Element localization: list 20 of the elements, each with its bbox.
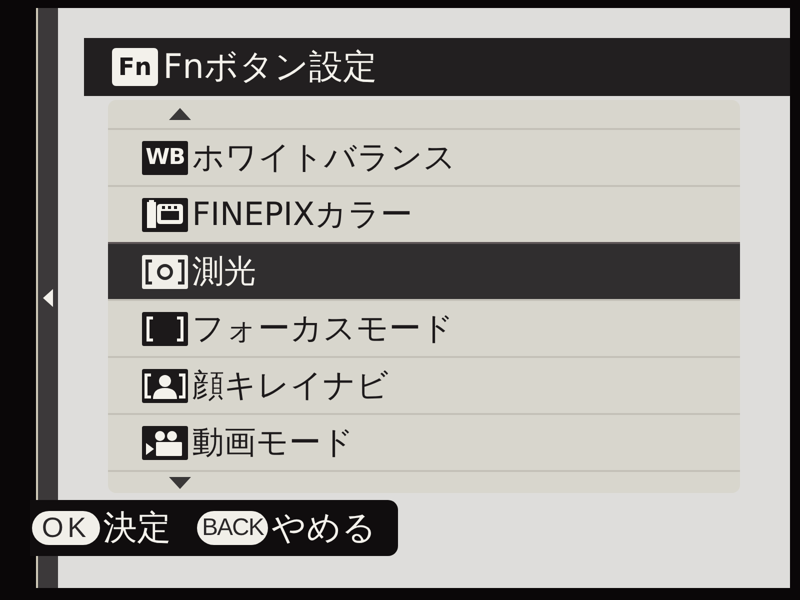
focus-frame-icon bbox=[142, 312, 188, 346]
fn-label: Fn bbox=[112, 48, 158, 86]
left-arrow-icon bbox=[43, 288, 53, 306]
face-frame-icon bbox=[142, 368, 188, 402]
movie-camera-icon bbox=[142, 426, 188, 460]
hint-text: やめる bbox=[271, 507, 376, 550]
film-roll-icon bbox=[142, 198, 188, 232]
menu-item[interactable]: WB ホワイトバランス bbox=[108, 128, 740, 185]
wb-mode-label: WB bbox=[142, 140, 188, 174]
menu-item[interactable]: 動画モード bbox=[108, 413, 740, 470]
menu-item[interactable]: 測光 bbox=[108, 242, 740, 299]
hint-text: 決定 bbox=[103, 507, 171, 550]
scroll-down-icon bbox=[169, 476, 191, 488]
menu-item[interactable]: 顔キレイナビ bbox=[108, 356, 740, 413]
key-label: BACK bbox=[197, 511, 268, 545]
metering-icon bbox=[142, 254, 188, 288]
scroll-up-icon bbox=[169, 108, 191, 120]
menu-title: Fnボタン設定 bbox=[163, 46, 378, 89]
key-label: OK bbox=[32, 511, 100, 545]
menu-item[interactable]: フォーカスモード bbox=[108, 299, 740, 356]
